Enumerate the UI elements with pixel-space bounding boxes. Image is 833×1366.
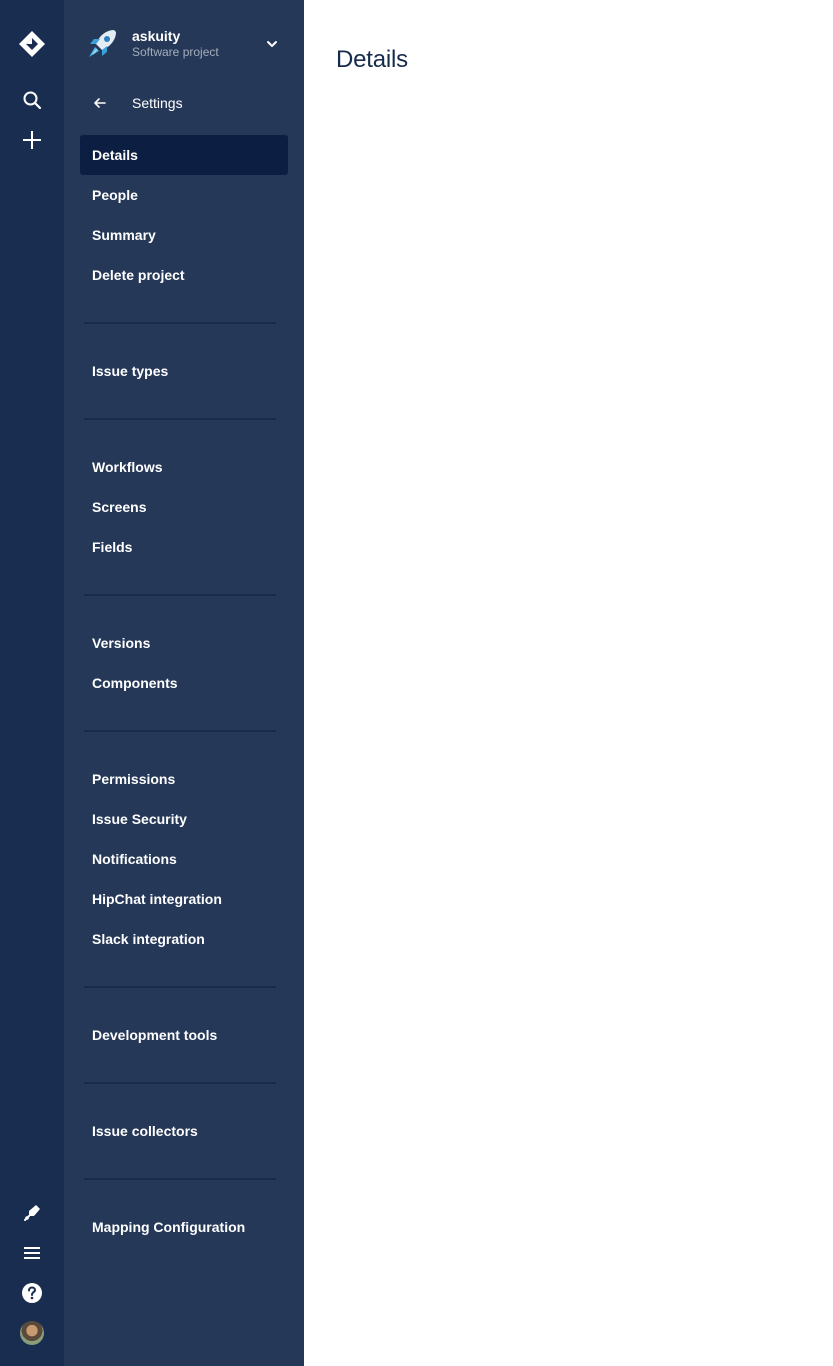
sidebar-divider: [84, 1082, 276, 1084]
back-to-settings[interactable]: Settings: [88, 88, 280, 118]
sidebar-item-label: Issue types: [92, 363, 169, 379]
sidebar-item-label: Screens: [92, 499, 147, 515]
sidebar-item-slack-integration[interactable]: Slack integration: [80, 919, 288, 959]
sidebar-item-label: Permissions: [92, 771, 176, 787]
arrow-left-icon: [94, 98, 106, 108]
sidebar-item-delete-project[interactable]: Delete project: [80, 255, 288, 295]
global-nav: [0, 0, 64, 1366]
notification-icon[interactable]: [12, 1193, 52, 1233]
sidebar-item-label: Issue collectors: [92, 1123, 198, 1139]
sidebar-item-label: Details: [92, 147, 138, 163]
sidebar-divider: [84, 986, 276, 988]
sidebar-item-fields[interactable]: Fields: [80, 527, 288, 567]
main-content: Details: [304, 0, 833, 1366]
sidebar-item-people[interactable]: People: [80, 175, 288, 215]
project-type: Software project: [132, 45, 219, 59]
sidebar-divider: [84, 418, 276, 420]
sidebar-divider: [84, 730, 276, 732]
sidebar-item-issue-security[interactable]: Issue Security: [80, 799, 288, 839]
sidebar-item-label: Issue Security: [92, 811, 187, 827]
sidebar-item-label: Summary: [92, 227, 156, 243]
avatar-image: [20, 1321, 44, 1345]
search-icon[interactable]: [12, 80, 52, 120]
sidebar-item-label: Delete project: [92, 267, 185, 283]
menu-icon[interactable]: [12, 1233, 52, 1273]
sidebar-item-label: Development tools: [92, 1027, 218, 1043]
sidebar-item-label: Workflows: [92, 459, 163, 475]
help-icon[interactable]: [12, 1273, 52, 1313]
project-name: askuity: [132, 28, 181, 44]
sidebar-divider: [84, 322, 276, 324]
jira-logo-icon[interactable]: [12, 24, 52, 64]
sidebar-item-summary[interactable]: Summary: [80, 215, 288, 255]
rocket-icon: [89, 30, 116, 57]
sidebar-item-label: Slack integration: [92, 931, 205, 947]
sidebar-divider: [84, 1178, 276, 1180]
sidebar-item-versions[interactable]: Versions: [80, 623, 288, 663]
sidebar-item-label: People: [92, 187, 138, 203]
project-switcher[interactable]: askuity Software project: [84, 24, 280, 64]
sidebar-item-label: Versions: [92, 635, 151, 651]
sidebar-item-screens[interactable]: Screens: [80, 487, 288, 527]
create-icon[interactable]: [12, 120, 52, 160]
sidebar-item-permissions[interactable]: Permissions: [80, 759, 288, 799]
sidebar-item-mapping-configuration[interactable]: Mapping Configuration: [80, 1207, 288, 1247]
avatar[interactable]: [12, 1313, 52, 1353]
project-sidebar: askuity Software project Settings Detail…: [64, 0, 304, 1366]
sidebar-item-components[interactable]: Components: [80, 663, 288, 703]
sidebar-item-hipchat-integration[interactable]: HipChat integration: [80, 879, 288, 919]
sidebar-item-development-tools[interactable]: Development tools: [80, 1015, 288, 1055]
sidebar-item-label: Fields: [92, 539, 133, 555]
sidebar-divider: [84, 594, 276, 596]
sidebar-item-workflows[interactable]: Workflows: [80, 447, 288, 487]
sidebar-item-label: HipChat integration: [92, 891, 222, 907]
chevron-down-icon: [267, 41, 277, 47]
app: askuity Software project Settings Detail…: [0, 0, 833, 1366]
sidebar-item-label: Mapping Configuration: [92, 1219, 246, 1235]
sidebar-item-issue-collectors[interactable]: Issue collectors: [80, 1111, 288, 1151]
sidebar-item-label: Notifications: [92, 851, 177, 867]
sidebar-item-notifications[interactable]: Notifications: [80, 839, 288, 879]
sidebar-item-issue-types[interactable]: Issue types: [80, 351, 288, 391]
sidebar-item-details[interactable]: Details: [80, 135, 288, 175]
settings-label: Settings: [132, 95, 183, 111]
page-title: Details: [336, 46, 408, 73]
sidebar-item-label: Components: [92, 675, 178, 691]
